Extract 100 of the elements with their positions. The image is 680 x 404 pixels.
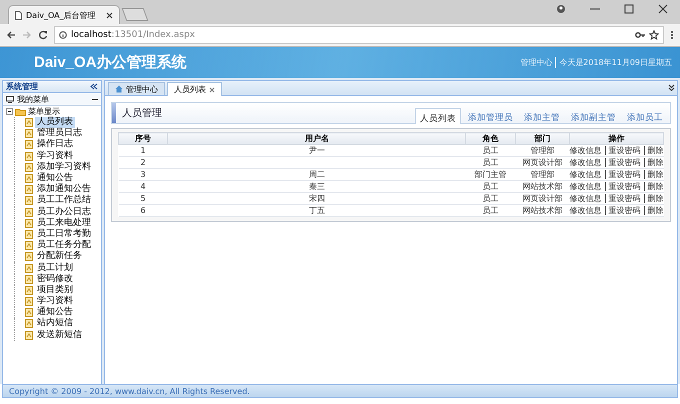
column-header: 操作 xyxy=(570,132,664,144)
action-link[interactable]: 修改信息 xyxy=(570,182,602,191)
menu-item[interactable]: 员工来电处理 xyxy=(35,218,93,229)
reload-icon[interactable] xyxy=(38,30,48,40)
action-link[interactable]: 重设密码 xyxy=(604,170,640,179)
menu-item[interactable]: 操作日志 xyxy=(35,139,75,150)
action-link[interactable]: 重设密码 xyxy=(604,194,640,203)
content-tab[interactable]: 人员列表 xyxy=(167,82,222,96)
panel-tab[interactable]: 添加主管 xyxy=(520,110,564,123)
table-cell: 管理部 xyxy=(515,168,570,180)
page-icon xyxy=(25,218,33,228)
action-link[interactable]: 删除 xyxy=(644,158,664,167)
browser-tab[interactable]: Daiv_OA_后台管理 xyxy=(8,5,120,24)
page-icon xyxy=(25,118,33,128)
table-cell: 丁五 xyxy=(168,204,466,216)
menu-item[interactable]: 站内短信 xyxy=(35,318,75,330)
action-link[interactable]: 重设密码 xyxy=(604,182,640,191)
page-icon xyxy=(25,152,33,161)
menu-item[interactable]: 分配新任务 xyxy=(35,251,84,262)
page-icon xyxy=(25,174,33,184)
column-header: 用户名 xyxy=(168,132,466,144)
minimize-icon[interactable] xyxy=(92,98,98,100)
menu-item[interactable]: 通知公告 xyxy=(35,307,75,318)
menu-item[interactable]: 密码修改 xyxy=(35,274,75,285)
column-header: 部门 xyxy=(515,132,570,144)
menu-item[interactable]: 管理员日志 xyxy=(35,128,84,140)
page-icon xyxy=(25,286,33,295)
action-link[interactable]: 修改信息 xyxy=(570,206,602,215)
menu-title: 我的菜单 xyxy=(17,94,50,104)
back-icon[interactable] xyxy=(6,30,16,40)
key-icon[interactable] xyxy=(635,31,645,39)
page-icon xyxy=(25,196,33,206)
table-cell: 6 xyxy=(118,204,168,216)
content-tab[interactable]: 管理中心 xyxy=(108,82,165,95)
page-icon xyxy=(25,140,33,150)
action-link[interactable]: 重设密码 xyxy=(604,146,640,155)
table-cell: 员工 xyxy=(466,156,515,168)
star-icon[interactable] xyxy=(649,30,659,40)
info-icon xyxy=(59,31,67,39)
panel-tab[interactable]: 人员列表 xyxy=(415,108,461,124)
action-link[interactable]: 删除 xyxy=(644,206,664,215)
table-cell: 周二 xyxy=(168,168,466,180)
page-icon xyxy=(25,308,33,318)
action-link[interactable]: 删除 xyxy=(644,194,664,203)
copyright-text: Copyright © 2009 - 2012, www.daiv.cn, All Rights Reserved. xyxy=(9,386,250,396)
page-icon xyxy=(25,129,33,138)
menu-item[interactable]: 通知公告 xyxy=(35,173,75,184)
table-cell: 员工 xyxy=(466,192,515,204)
menu-item[interactable]: 添加通知公告 xyxy=(35,184,93,196)
page-icon xyxy=(25,319,33,328)
action-link[interactable]: 删除 xyxy=(644,146,664,155)
menu-item[interactable]: 人员列表 xyxy=(35,117,75,128)
tab-title: Daiv_OA_后台管理 xyxy=(26,10,97,20)
table-cell: 1 xyxy=(118,144,168,156)
table-cell: 网页设计部 xyxy=(515,156,570,168)
menu-item[interactable]: 员工日常考勤 xyxy=(35,228,93,240)
action-link[interactable]: 重设密码 xyxy=(604,206,640,215)
action-link[interactable]: 修改信息 xyxy=(570,194,602,203)
table-cell: 3 xyxy=(118,168,168,180)
page-icon xyxy=(25,330,33,340)
more-tabs-icon[interactable] xyxy=(668,84,675,91)
menu-item[interactable]: 员工计划 xyxy=(35,262,75,274)
collapse-icon[interactable] xyxy=(6,108,13,115)
menu-item[interactable]: 员工任务分配 xyxy=(35,240,93,252)
tree-root[interactable]: 菜单显示 xyxy=(28,106,60,117)
menu-item[interactable]: 添加学习资料 xyxy=(35,162,93,173)
panel-title: 人员管理 xyxy=(121,107,163,120)
action-link[interactable]: 删除 xyxy=(644,182,664,191)
menu-item[interactable]: 员工办公日志 xyxy=(35,206,93,218)
page-icon xyxy=(25,208,33,217)
menu-item[interactable]: 发送新短信 xyxy=(35,330,84,341)
action-link[interactable]: 重设密码 xyxy=(604,158,640,167)
action-link[interactable]: 修改信息 xyxy=(570,146,602,155)
menu-item[interactable]: 学习资料 xyxy=(35,296,75,308)
panel-tab[interactable]: 添加员工 xyxy=(623,110,667,123)
panel-tab[interactable]: 添加副主管 xyxy=(567,110,620,123)
action-link[interactable]: 修改信息 xyxy=(570,158,602,167)
page-icon xyxy=(25,252,33,262)
page-icon xyxy=(25,185,33,194)
column-header: 序号 xyxy=(118,132,168,144)
menu-icon[interactable] xyxy=(670,30,674,40)
panel-tab[interactable]: 添加管理员 xyxy=(464,110,517,123)
close-icon[interactable] xyxy=(106,12,113,18)
url-text: localhost:13501/Index.aspx xyxy=(71,30,195,40)
app-title: Daiv_OA办公管理系统 xyxy=(34,53,188,72)
table-cell: 部门主管 xyxy=(466,168,515,180)
collapse-icon[interactable] xyxy=(90,83,98,90)
table-cell: 尹一 xyxy=(168,144,466,156)
table-cell: 秦三 xyxy=(168,180,466,192)
page-icon xyxy=(25,274,33,284)
page-icon xyxy=(25,162,33,172)
table-cell: 员工 xyxy=(466,204,515,216)
action-link[interactable]: 修改信息 xyxy=(570,170,602,179)
menu-item[interactable]: 项目类别 xyxy=(35,284,75,296)
table-cell: 网站技术部 xyxy=(515,180,570,192)
menu-header[interactable]: 我的菜单 xyxy=(3,93,101,106)
menu-item[interactable]: 员工工作总结 xyxy=(35,195,93,206)
menu-item[interactable]: 学习资料 xyxy=(35,150,75,162)
address-bar[interactable]: localhost:13501/Index.aspx xyxy=(54,26,664,44)
action-link[interactable]: 删除 xyxy=(644,170,664,179)
